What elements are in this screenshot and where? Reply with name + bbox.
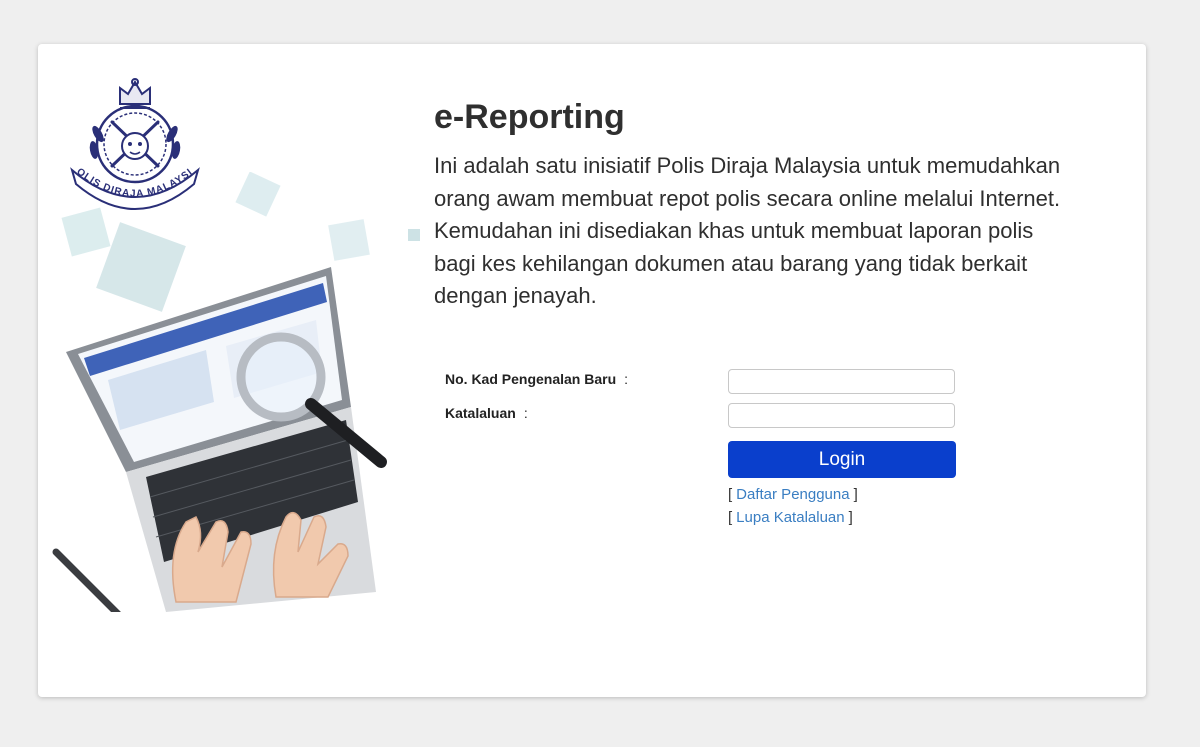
page-title: e-Reporting <box>434 98 625 136</box>
ic-number-label-text: No. Kad Pengenalan Baru <box>445 371 617 387</box>
bracket-close: ] <box>848 509 853 526</box>
password-label: Katalaluan: <box>445 405 528 421</box>
intro-paragraph: Ini adalah satu inisiatif Polis Diraja M… <box>434 153 1061 211</box>
forgot-password-link-row: [Lupa Katalaluan] <box>728 509 853 526</box>
register-link[interactable]: Daftar Pengguna <box>736 486 849 503</box>
register-link-row: [Daftar Pengguna] <box>728 486 858 503</box>
ic-number-label: No. Kad Pengenalan Baru: <box>445 371 628 387</box>
label-separator: : <box>523 405 528 421</box>
bracket-open: [ <box>728 486 733 503</box>
login-button[interactable]: Login <box>728 441 956 478</box>
bracket-close: ] <box>853 486 858 503</box>
login-card: POLIS DIRAJA MALAYSIA <box>38 44 1146 697</box>
bracket-open: [ <box>728 509 733 526</box>
password-input[interactable] <box>728 403 955 428</box>
label-separator: : <box>624 371 629 387</box>
password-label-text: Katalaluan <box>445 405 516 421</box>
forgot-password-link[interactable]: Lupa Katalaluan <box>736 509 844 526</box>
intro-paragraph: Kemudahan ini disediakan khas untuk memb… <box>434 218 1034 308</box>
intro-description: Ini adalah satu inisiatif Polis Diraja M… <box>434 150 1074 313</box>
ic-number-input[interactable] <box>728 369 955 394</box>
laptop-magnifier-illustration <box>52 172 420 612</box>
